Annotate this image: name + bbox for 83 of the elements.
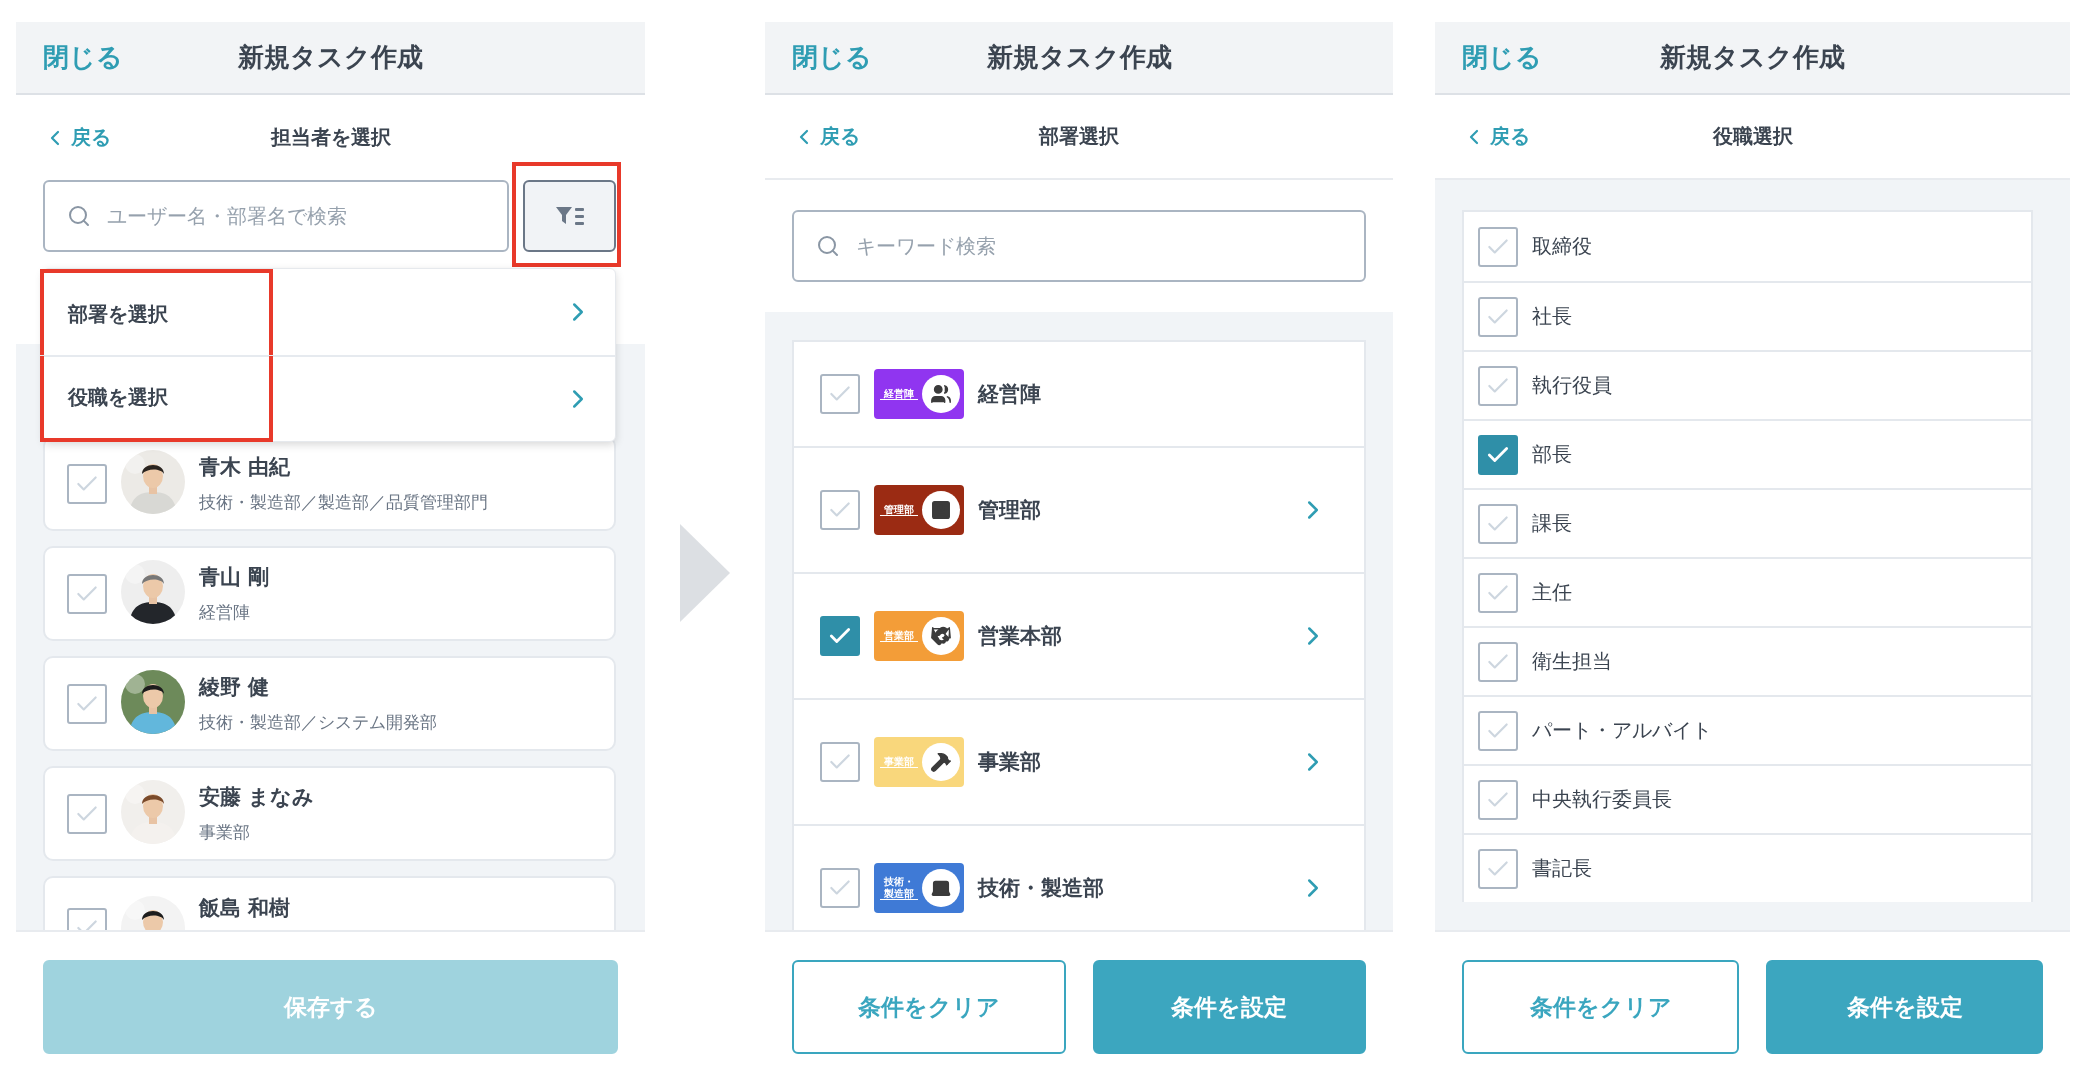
position-name: 執行役員 (1532, 372, 1612, 399)
member-card[interactable]: 青山 剛 経営陣 (43, 546, 616, 641)
checkbox[interactable] (1478, 572, 1518, 613)
position-row[interactable]: 書記長 (1464, 833, 2031, 902)
filter-button[interactable] (523, 180, 616, 252)
member-card[interactable]: 安藤 まなみ 事業部 (43, 766, 616, 861)
department-name: 経営陣 (978, 381, 1042, 408)
checkbox[interactable] (820, 374, 860, 414)
position-row[interactable]: 衛生担当 (1464, 626, 2031, 695)
checkbox[interactable] (1478, 296, 1518, 337)
search-field[interactable]: キーワード検索 (792, 210, 1366, 282)
screen-title: 新規タスク作成 (1660, 41, 1845, 74)
subheader-title: 役職選択 (1712, 123, 1793, 150)
menu-item[interactable]: 部署を選択 (40, 269, 273, 355)
checkbox[interactable] (1478, 779, 1518, 820)
member-card[interactable]: 飯島 和樹 (43, 876, 616, 930)
department-row[interactable]: 営業部 営業本部 (794, 572, 1364, 698)
position-name: 書記長 (1532, 855, 1592, 882)
handshake-icon (930, 625, 952, 647)
position-name: 主任 (1532, 579, 1572, 606)
position-name: 中央執行委員長 (1532, 786, 1672, 813)
arrow-icon (680, 524, 730, 622)
search-icon (816, 234, 840, 258)
screen-title: 新規タスク作成 (986, 41, 1172, 74)
member-name: 綾野 健 (199, 674, 271, 701)
member-card[interactable]: 綾野 健 技術・製造部／システム開発部 (43, 656, 616, 751)
member-name: 青山 剛 (199, 564, 270, 591)
badge-label: 管理部 (880, 503, 918, 517)
member-name: 飯島 和樹 (199, 895, 291, 922)
subheader-title: 担当者を選択 (270, 124, 391, 151)
checkbox[interactable] (67, 573, 107, 614)
position-name: 社長 (1532, 303, 1572, 330)
position-name: 部長 (1532, 441, 1572, 468)
subheader-title: 部署選択 (1039, 123, 1119, 150)
checkbox[interactable] (1478, 641, 1518, 682)
checkbox[interactable] (1478, 365, 1518, 406)
checkbox[interactable] (1478, 434, 1518, 475)
department-row[interactable]: 事業部 事業部 (794, 698, 1364, 824)
filter-icon (554, 205, 585, 227)
checkbox[interactable] (1478, 503, 1518, 544)
position-row[interactable]: 中央執行委員長 (1464, 764, 2031, 833)
position-name: 課長 (1532, 510, 1572, 537)
checkbox[interactable] (820, 742, 860, 782)
member-department: 事業部 (199, 821, 251, 844)
checkbox[interactable] (1478, 848, 1518, 889)
checkbox[interactable] (820, 490, 860, 530)
search-field[interactable]: ユーザー名・部署名で検索 (43, 180, 509, 252)
position-row[interactable]: 部長 (1464, 419, 2031, 488)
badge-label: 事業部 (880, 755, 918, 769)
member-name: 青木 由紀 (199, 454, 292, 481)
checkbox[interactable] (820, 616, 860, 656)
hammer-icon (930, 751, 952, 773)
checkbox[interactable] (67, 463, 107, 504)
search-icon (67, 204, 91, 228)
checkbox[interactable] (1478, 226, 1518, 267)
department-name: 管理部 (978, 497, 1042, 524)
checkbox[interactable] (67, 793, 107, 834)
position-row[interactable]: 課長 (1464, 488, 2031, 557)
department-row[interactable]: 管理部 管理部 (794, 446, 1364, 572)
checkbox[interactable] (820, 868, 860, 908)
department-name: 技術・製造部 (978, 875, 1105, 902)
badge-label: 技術・製造部 (880, 876, 918, 900)
department-name: 営業本部 (978, 623, 1063, 650)
position-name: パート・アルバイト (1532, 717, 1712, 744)
position-name: 取締役 (1532, 233, 1592, 260)
member-name: 安藤 まなみ (199, 784, 315, 811)
position-row[interactable]: 主任 (1464, 557, 2031, 626)
position-row[interactable]: パート・アルバイト (1464, 695, 2031, 764)
people-icon (930, 383, 952, 405)
member-department: 技術・製造部／製造部／品質管理部門 (199, 491, 488, 514)
badge-label: 経営陣 (880, 387, 918, 401)
position-row[interactable]: 社長 (1464, 281, 2031, 350)
position-row[interactable]: 取締役 (1464, 212, 2031, 281)
badge-label: 営業部 (880, 629, 918, 643)
member-department: 技術・製造部／システム開発部 (199, 711, 437, 734)
position-name: 衛生担当 (1532, 648, 1612, 675)
position-row[interactable]: 執行役員 (1464, 350, 2031, 419)
department-row[interactable]: 経営陣 経営陣 (794, 342, 1364, 446)
department-name: 事業部 (978, 749, 1042, 776)
member-department: 経営陣 (199, 601, 251, 624)
screen-title: 新規タスク作成 (238, 41, 423, 74)
checkbox[interactable] (67, 683, 107, 724)
checkbox[interactable] (1478, 710, 1518, 751)
